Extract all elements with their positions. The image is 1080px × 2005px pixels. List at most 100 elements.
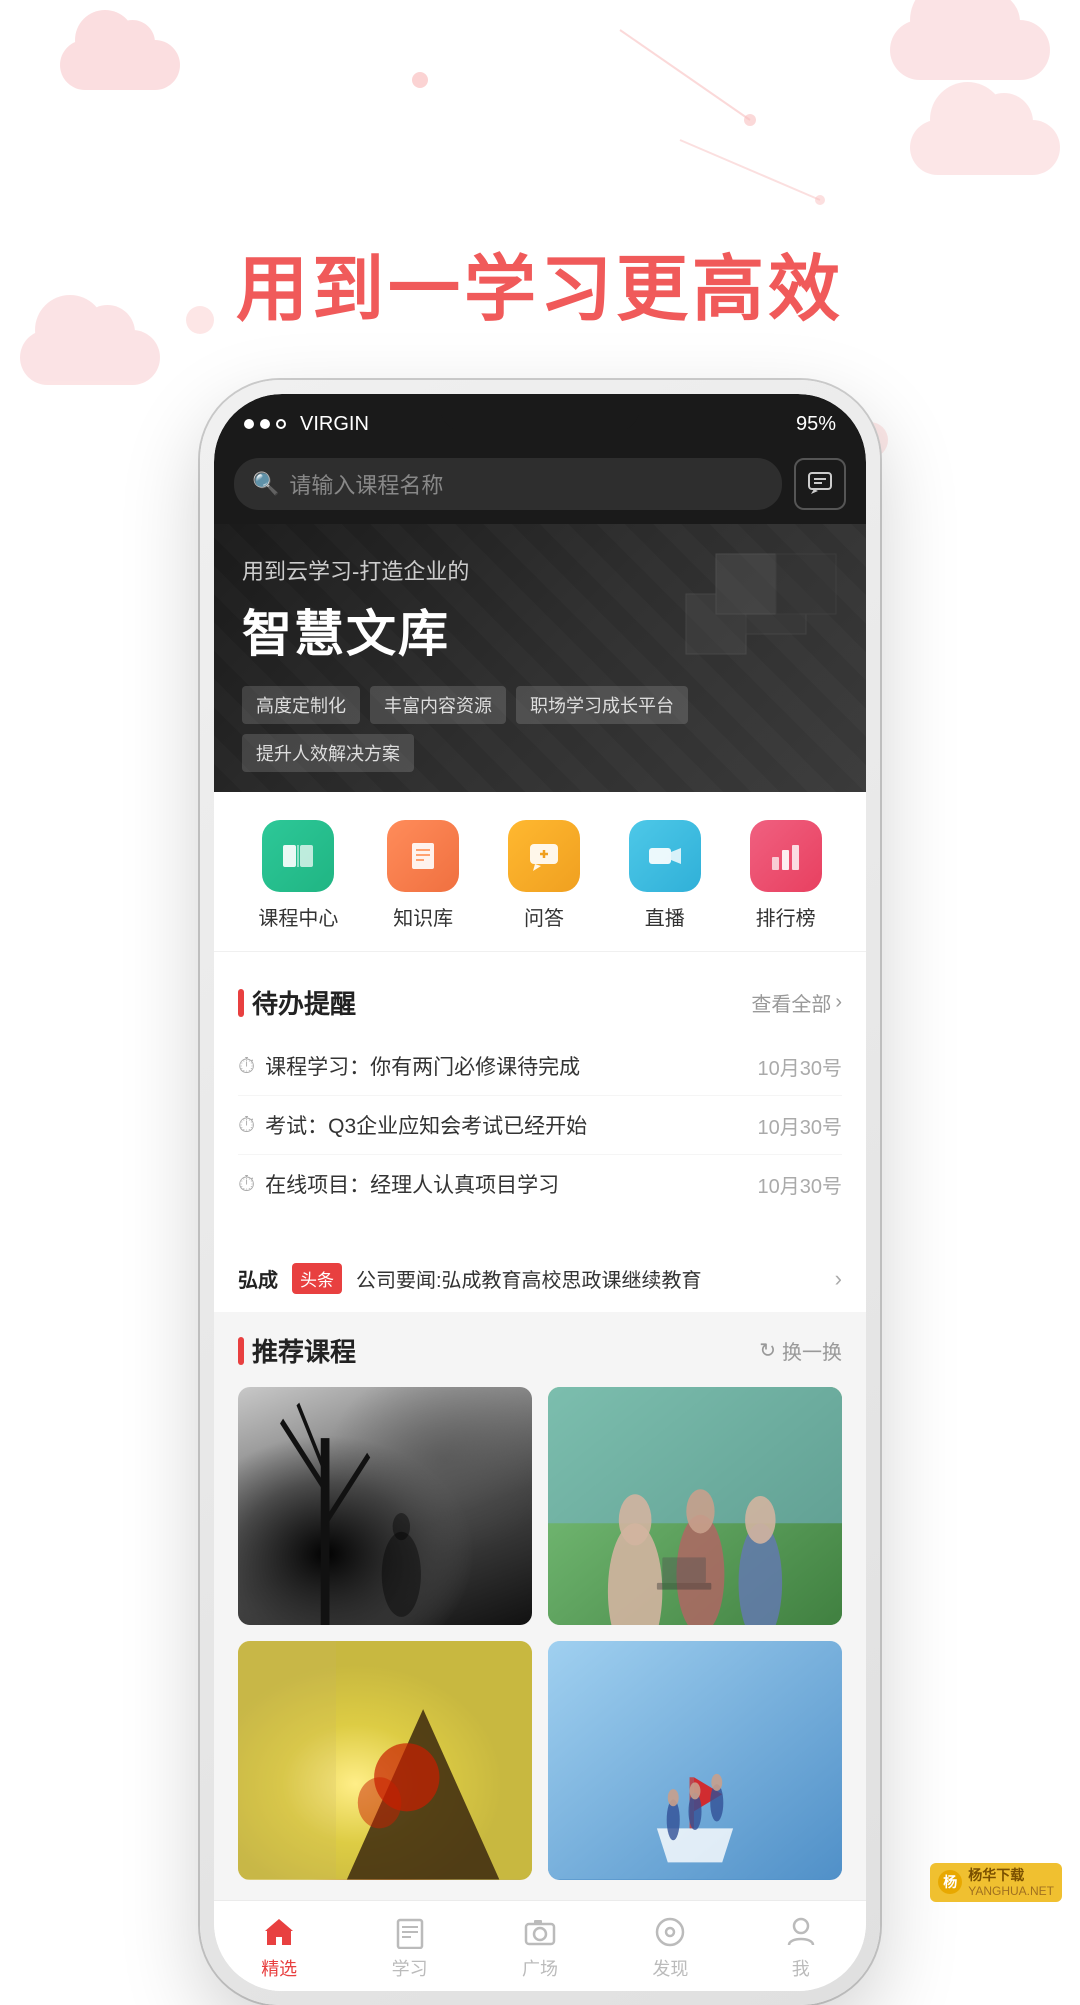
- phone-mockup: VIRGIN 95% 🔍 请输入课程名称: [200, 380, 880, 2005]
- cloud-1: [60, 40, 180, 90]
- courses-grid: 学有意思的历史，听不... 49691人学习: [238, 1387, 842, 1880]
- live-icon: [629, 820, 701, 892]
- todo-item-left-1: ⏱ 考试：Q3企业应知会考试已经开始: [238, 1110, 587, 1140]
- qa-icon: [508, 820, 580, 892]
- qa-label: 问答: [524, 902, 564, 931]
- search-placeholder: 请输入课程名称: [289, 468, 443, 500]
- course-image-0: [238, 1387, 532, 1625]
- course-center-icon: [262, 820, 334, 892]
- rank-icon: [750, 820, 822, 892]
- course-image-art-1: [548, 1387, 842, 1625]
- news-brand: 弘成: [238, 1264, 278, 1293]
- todo-text-1: 考试：Q3企业应知会考试已经开始: [265, 1110, 587, 1140]
- refresh-label: 换一换: [782, 1336, 842, 1365]
- course-card-0[interactable]: 学有意思的历史，听不... 49691人学习: [238, 1387, 532, 1625]
- category-course-center[interactable]: 课程中心: [258, 820, 338, 931]
- chat-button[interactable]: [794, 458, 846, 510]
- cloud-4: [910, 120, 1060, 175]
- phone-outer: VIRGIN 95% 🔍 请输入课程名称: [200, 380, 880, 2005]
- search-icon: 🔍: [252, 471, 279, 497]
- recommended-title: 推荐课程: [238, 1332, 356, 1369]
- banner-3d-decoration: [666, 534, 846, 699]
- nav-profile-label: 我: [792, 1955, 810, 1981]
- refresh-button[interactable]: ↻ 换一换: [759, 1336, 842, 1365]
- view-all-button[interactable]: 查看全部 ›: [751, 988, 842, 1017]
- refresh-icon: ↻: [759, 1338, 776, 1363]
- news-tag: 头条: [292, 1263, 342, 1294]
- news-arrow-icon: ›: [835, 1266, 842, 1292]
- search-input-wrap[interactable]: 🔍 请输入课程名称: [234, 458, 782, 510]
- cloud-3: [20, 330, 160, 385]
- todo-title-text: 待办提醒: [252, 984, 356, 1021]
- todo-item-left-0: ⏱ 课程学习：你有两门必修课待完成: [238, 1051, 580, 1081]
- knowledge-label: 知识库: [393, 902, 453, 931]
- course-image-art-0: [238, 1387, 532, 1625]
- bottom-navigation: 精选 学习: [214, 1900, 866, 1991]
- course-image-art-3: [548, 1641, 842, 1879]
- phone-screen: VIRGIN 95% 🔍 请输入课程名称: [214, 394, 866, 1991]
- course-image-3: [548, 1641, 842, 1879]
- course-card-3[interactable]: 职场成长必修课 876人学习: [548, 1641, 842, 1879]
- nav-square[interactable]: 广场: [500, 1915, 580, 1981]
- todo-header: 待办提醒 查看全部 ›: [238, 984, 842, 1021]
- category-rank[interactable]: 排行榜: [750, 820, 822, 931]
- todo-text-0: 课程学习：你有两门必修课待完成: [265, 1051, 580, 1081]
- live-label: 直播: [645, 902, 685, 931]
- category-qa[interactable]: 问答: [508, 820, 580, 931]
- signal-dot-3: [276, 419, 286, 429]
- watermark-text: 杨华下载 YANGHUA.NET: [968, 1867, 1054, 1898]
- course-center-label: 课程中心: [258, 902, 338, 931]
- carrier-label: VIRGIN: [300, 413, 369, 436]
- clock-icon-2: ⏱: [238, 1171, 255, 1197]
- phone-inner: VIRGIN 95% 🔍 请输入课程名称: [214, 394, 866, 1991]
- news-bar[interactable]: 弘成 头条 公司要闻:弘成教育高校思政课继续教育 ›: [214, 1245, 866, 1312]
- nav-discover[interactable]: 发现: [630, 1915, 710, 1981]
- nav-study-label: 学习: [392, 1955, 428, 1981]
- battery-label: 95%: [796, 413, 836, 436]
- todo-item-0[interactable]: ⏱ 课程学习：你有两门必修课待完成 10月30号: [238, 1037, 842, 1096]
- category-live[interactable]: 直播: [629, 820, 701, 931]
- view-all-text: 查看全部: [751, 988, 831, 1017]
- watermark-line1: 杨华下载: [968, 1867, 1054, 1884]
- watermark-icon: 杨: [938, 1870, 962, 1894]
- category-grid: 课程中心 知识库: [214, 792, 866, 952]
- category-knowledge[interactable]: 知识库: [387, 820, 459, 931]
- status-left: VIRGIN: [244, 413, 369, 436]
- cloud-2: [890, 20, 1050, 80]
- signal-dot-2: [260, 419, 270, 429]
- nav-square-label: 广场: [522, 1955, 558, 1981]
- banner[interactable]: 用到云学习-打造企业的 智慧文库 高度定制化 丰富内容资源 职场学习成长平台 提…: [214, 524, 866, 792]
- clock-icon-1: ⏱: [238, 1112, 255, 1138]
- chevron-right-icon: ›: [835, 991, 842, 1014]
- todo-item-1[interactable]: ⏱ 考试：Q3企业应知会考试已经开始 10月30号: [238, 1096, 842, 1155]
- knowledge-icon: [387, 820, 459, 892]
- nav-study[interactable]: 学习: [370, 1915, 450, 1981]
- todo-title: 待办提醒: [238, 984, 356, 1021]
- course-image-2: [238, 1641, 532, 1879]
- nav-discover-label: 发现: [652, 1955, 688, 1981]
- nav-home-label: 精选: [261, 1955, 297, 1981]
- watermark: 杨 杨华下载 YANGHUA.NET: [930, 1863, 1062, 1902]
- news-text: 公司要闻:弘成教育高校思政课继续教育: [356, 1264, 821, 1293]
- phone-notch: [440, 394, 640, 432]
- chat-icon: [806, 470, 834, 498]
- signal-dot-1: [244, 419, 254, 429]
- todo-date-1: 10月30号: [758, 1111, 843, 1140]
- todo-date-2: 10月30号: [758, 1170, 843, 1199]
- nav-home[interactable]: 精选: [239, 1915, 319, 1981]
- book-open-icon: [279, 837, 317, 875]
- red-bar-decoration-2: [238, 1337, 244, 1365]
- bar-chart-icon: [767, 837, 805, 875]
- book-icon: [404, 837, 442, 875]
- red-bar-decoration: [238, 989, 244, 1017]
- course-card-1[interactable]: 商务礼仪与交往艺术 491人学习: [548, 1387, 842, 1625]
- course-image-1: [548, 1387, 842, 1625]
- chat-plus-icon: [525, 837, 563, 875]
- course-card-2[interactable]: 水墨艺术课程 1203人学习: [238, 1641, 532, 1879]
- nav-profile[interactable]: 我: [761, 1915, 841, 1981]
- rank-label: 排行榜: [756, 902, 816, 931]
- todo-item-2[interactable]: ⏱ 在线项目：经理人认真项目学习 10月30号: [238, 1155, 842, 1213]
- courses-header: 推荐课程 ↻ 换一换: [238, 1332, 842, 1369]
- video-camera-icon: [646, 837, 684, 875]
- recommended-section: 推荐课程 ↻ 换一换: [214, 1312, 866, 1900]
